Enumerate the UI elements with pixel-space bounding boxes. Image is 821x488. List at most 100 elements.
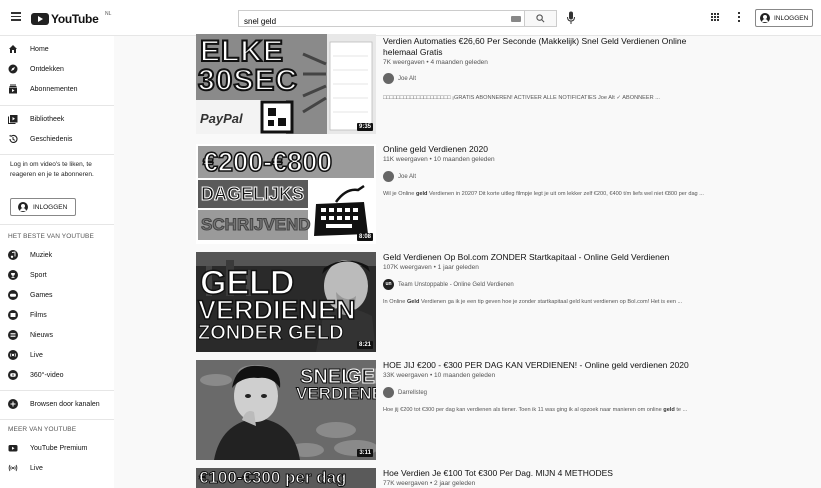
video-title[interactable]: Geld Verdienen Op Bol.com ZONDER Startka… (383, 252, 713, 263)
search-input[interactable] (239, 14, 524, 29)
broadcast-icon (8, 464, 18, 472)
divider (0, 390, 114, 391)
channel-name: Darrellsteg (398, 389, 428, 396)
thumbnail-text: DAGELIJKS (200, 184, 305, 205)
account-icon (18, 202, 28, 212)
sidebar: Home Ontdekken Abonnementen Bibliotheek … (0, 36, 114, 488)
channel-link[interactable]: Joe Alt (383, 73, 416, 84)
sidebar-item-label: Sport (30, 271, 47, 279)
channel-name: Team Unstoppable - Online Geld Verdienen (398, 281, 514, 288)
divider (0, 419, 114, 420)
thumbnail-text: 30SEC (197, 64, 299, 98)
thumbnail-text: VERDIENEN (197, 295, 356, 325)
video-title[interactable]: Verdien Automaties €26,60 Per Seconde (M… (383, 36, 713, 58)
sidebar-item-label: 360°-video (30, 371, 64, 379)
menu-icon[interactable] (8, 10, 24, 26)
sidebar-item-sport[interactable]: Sport (0, 266, 114, 284)
sidebar-sign-in-button[interactable]: INLOGGEN (10, 198, 76, 216)
news-icon (8, 330, 18, 340)
home-icon (9, 45, 17, 53)
keyboard-icon[interactable] (511, 16, 521, 22)
video-title[interactable]: Hoe Verdien Je €100 Tot €300 Per Dag. MI… (383, 468, 713, 479)
sidebar-item-films[interactable]: Films (0, 306, 114, 324)
thumbnail-text: SCHRIJVEND (201, 215, 312, 235)
video-thumbnail[interactable]: €200-€800 DAGELIJKS SCHRIJVEND 8:08 (196, 144, 376, 244)
add-circle-icon (8, 399, 18, 409)
video-meta: 11K weergaven • 10 maanden geleden (383, 156, 495, 163)
trophy-icon (8, 270, 18, 280)
thumbnail-text: €200-€800 (202, 146, 333, 178)
sidebar-item-live[interactable]: Live (0, 346, 114, 364)
video-thumbnail[interactable]: €100-€300 per dag (196, 468, 376, 488)
sidebar-item-label: Abonnementen (30, 85, 78, 93)
logo-text: YouTube (51, 12, 99, 26)
live-icon (8, 350, 18, 360)
search-button[interactable] (525, 10, 557, 27)
section-title-best: HET BESTE VAN YOUTUBE (8, 233, 94, 240)
more-vert-icon[interactable] (738, 12, 742, 24)
apps-grid-icon[interactable] (711, 13, 721, 23)
youtube-logo[interactable]: YouTube NL (31, 11, 111, 26)
top-bar: YouTube NL INLOGGEN (0, 0, 821, 36)
video-thumbnail[interactable]: SNEL GELD VERDIENEN 3:11 (196, 360, 376, 460)
channel-avatar: un (383, 279, 394, 290)
sidebar-item-home[interactable]: Home (0, 40, 114, 58)
thumbnail-text: €100-€300 per dag (198, 468, 347, 488)
sidebar-item-label: Nieuws (30, 331, 53, 339)
video-description: □□□□□□□□□□□□□□□□□□□□ ¡GRATIS ABONNEREN! … (383, 95, 660, 101)
divider (0, 105, 114, 106)
video-thumbnail[interactable]: GELD VERDIENEN ZONDER GELD 8:21 (196, 252, 376, 352)
youtube-play-icon (31, 13, 49, 25)
sidebar-item-muziek[interactable]: Muziek (0, 246, 114, 264)
channel-avatar (383, 387, 394, 398)
video-meta: 7K weergaven • 4 maanden geleden (383, 59, 488, 66)
sign-in-label: INLOGGEN (774, 14, 809, 22)
thumbnail-text: VERDIENEN (295, 384, 376, 404)
channel-link[interactable]: Darrellsteg (383, 387, 427, 398)
sidebar-item-bibliotheek[interactable]: Bibliotheek (0, 110, 114, 128)
section-title-more: MEER VAN YOUTUBE (8, 426, 77, 433)
sidebar-item-label: Browsen door kanalen (30, 400, 100, 408)
sidebar-item-games[interactable]: Games (0, 286, 114, 304)
sidebar-item-browse-channels[interactable]: Browsen door kanalen (0, 395, 114, 413)
video-meta: 107K weergaven • 1 jaar geleden (383, 264, 479, 271)
video-meta: 33K weergaven • 10 maanden geleden (383, 372, 496, 379)
film-icon (8, 310, 18, 320)
sidebar-item-label: Games (30, 291, 53, 299)
sidebar-item-youtube-premium[interactable]: YouTube Premium (0, 439, 114, 457)
sidebar-item-nieuws[interactable]: Nieuws (0, 326, 114, 344)
thumbnail-text: PayPal (200, 111, 243, 126)
sidebar-item-360[interactable]: 360°-video (0, 366, 114, 384)
channel-name: Joe Alt (398, 75, 417, 82)
channel-avatar (383, 73, 394, 84)
video-meta: 77K weergaven • 2 jaar geleden (383, 480, 476, 487)
video-description: In Online Geld Verdienen ga ik je een ti… (383, 299, 683, 305)
sidebar-item-geschiedenis[interactable]: Geschiedenis (0, 130, 114, 148)
sidebar-item-ontdekken[interactable]: Ontdekken (0, 60, 114, 78)
video-thumbnail[interactable]: ELKE 30SEC PayPal 9:35 (196, 34, 376, 134)
gamepad-icon (8, 290, 18, 300)
sidebar-item-label: Home (30, 45, 49, 53)
sidebar-item-label: Live (30, 464, 43, 472)
channel-link[interactable]: Joe Alt (383, 171, 416, 182)
sidebar-item-label: Ontdekken (30, 65, 64, 73)
sidebar-item-live-more[interactable]: Live (0, 459, 114, 477)
logo-country: NL (105, 11, 112, 17)
sign-in-button[interactable]: INLOGGEN (755, 9, 813, 27)
sidebar-item-abonnementen[interactable]: Abonnementen (0, 80, 114, 98)
channel-avatar (383, 171, 394, 182)
video-duration: 9:35 (356, 123, 373, 131)
sidebar-item-label: Muziek (30, 251, 53, 259)
video-title[interactable]: Online geld Verdienen 2020 (383, 144, 713, 155)
search-icon (536, 14, 545, 23)
login-hint-text: Log in om video's te liken, te reageren … (10, 161, 94, 178)
sidebar-item-label: Geschiedenis (30, 135, 73, 143)
video-description: Hoe jij €200 tot €300 per dag kan verdie… (383, 407, 688, 413)
microphone-icon[interactable] (566, 11, 576, 25)
divider (0, 154, 114, 155)
account-icon (760, 13, 770, 23)
sidebar-item-label: Live (30, 351, 43, 359)
channel-link[interactable]: un Team Unstoppable - Online Geld Verdie… (383, 279, 514, 290)
video-title[interactable]: HOE JIJ €200 - €300 PER DAG KAN VERDIENE… (383, 360, 713, 371)
library-icon (8, 115, 18, 124)
